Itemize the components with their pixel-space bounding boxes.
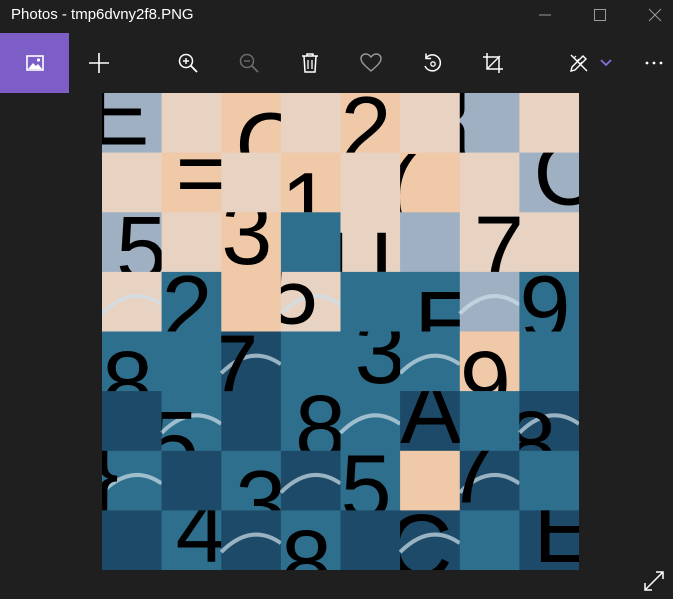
photo-tile bbox=[519, 331, 579, 392]
photo-tile bbox=[519, 450, 579, 511]
photo-tile bbox=[102, 391, 163, 452]
fullscreen-button[interactable] bbox=[636, 563, 672, 599]
zoom-out-icon bbox=[239, 53, 259, 73]
maximize-button[interactable] bbox=[570, 0, 630, 30]
photo-canvas[interactable]: EC2{=1(C53U725E9873958A8}35748CE bbox=[102, 93, 579, 570]
chevron-down-icon bbox=[600, 59, 612, 67]
ellipsis-icon bbox=[645, 61, 663, 65]
photo-tile bbox=[519, 93, 579, 154]
crop-icon bbox=[483, 53, 503, 73]
photo-tile bbox=[340, 152, 401, 213]
crop-button[interactable] bbox=[470, 33, 516, 93]
delete-button[interactable] bbox=[287, 33, 333, 93]
toolbar bbox=[0, 33, 673, 93]
edit-dropdown-button[interactable] bbox=[584, 33, 628, 93]
zoom-in-button[interactable] bbox=[165, 33, 211, 93]
window-title: Photos - tmp6dvny2f8.PNG bbox=[11, 6, 194, 23]
photo-tile bbox=[459, 391, 520, 452]
photo-tile bbox=[102, 152, 163, 213]
photo-tile bbox=[280, 331, 341, 392]
photo-tile bbox=[280, 212, 341, 273]
photo-tile bbox=[459, 510, 520, 570]
photo-tile bbox=[161, 450, 222, 511]
photo-tile bbox=[221, 391, 282, 452]
plus-icon bbox=[89, 53, 109, 73]
photo-tile bbox=[280, 450, 341, 511]
rotate-button[interactable] bbox=[409, 33, 455, 93]
heart-icon bbox=[360, 53, 382, 72]
glyph-fragment: 8 bbox=[281, 512, 332, 570]
add-button[interactable] bbox=[76, 33, 122, 93]
zoom-out-button[interactable] bbox=[226, 33, 272, 93]
photo-tile bbox=[221, 152, 282, 213]
photo-tile bbox=[280, 93, 341, 154]
scrambled-photo: EC2{=1(C53U725E9873958A8}35748CE bbox=[102, 93, 579, 570]
close-button[interactable] bbox=[625, 0, 673, 30]
photo-tile bbox=[400, 450, 461, 511]
photo-tile bbox=[102, 510, 163, 570]
rotate-icon bbox=[424, 53, 442, 72]
trash-icon bbox=[302, 53, 318, 73]
photo-tile bbox=[400, 93, 461, 154]
minimize-button[interactable] bbox=[515, 0, 575, 30]
photo-tile bbox=[161, 212, 222, 273]
fullscreen-icon bbox=[644, 571, 664, 591]
photo-tile bbox=[221, 271, 282, 332]
photo-tile bbox=[161, 93, 222, 154]
title-bar: Photos - tmp6dvny2f8.PNG bbox=[0, 0, 673, 30]
photo-tile bbox=[340, 271, 401, 332]
zoom-in-icon bbox=[178, 53, 198, 73]
maximize-icon bbox=[594, 9, 606, 21]
favorite-button[interactable] bbox=[348, 33, 394, 93]
close-icon bbox=[648, 8, 662, 22]
photo-tile bbox=[459, 152, 520, 213]
photo-tile bbox=[400, 212, 461, 273]
photo-tile bbox=[519, 212, 579, 273]
photo-tile bbox=[161, 331, 222, 392]
more-button[interactable] bbox=[634, 33, 673, 93]
minimize-icon bbox=[539, 14, 551, 16]
photo-tile bbox=[340, 510, 401, 570]
